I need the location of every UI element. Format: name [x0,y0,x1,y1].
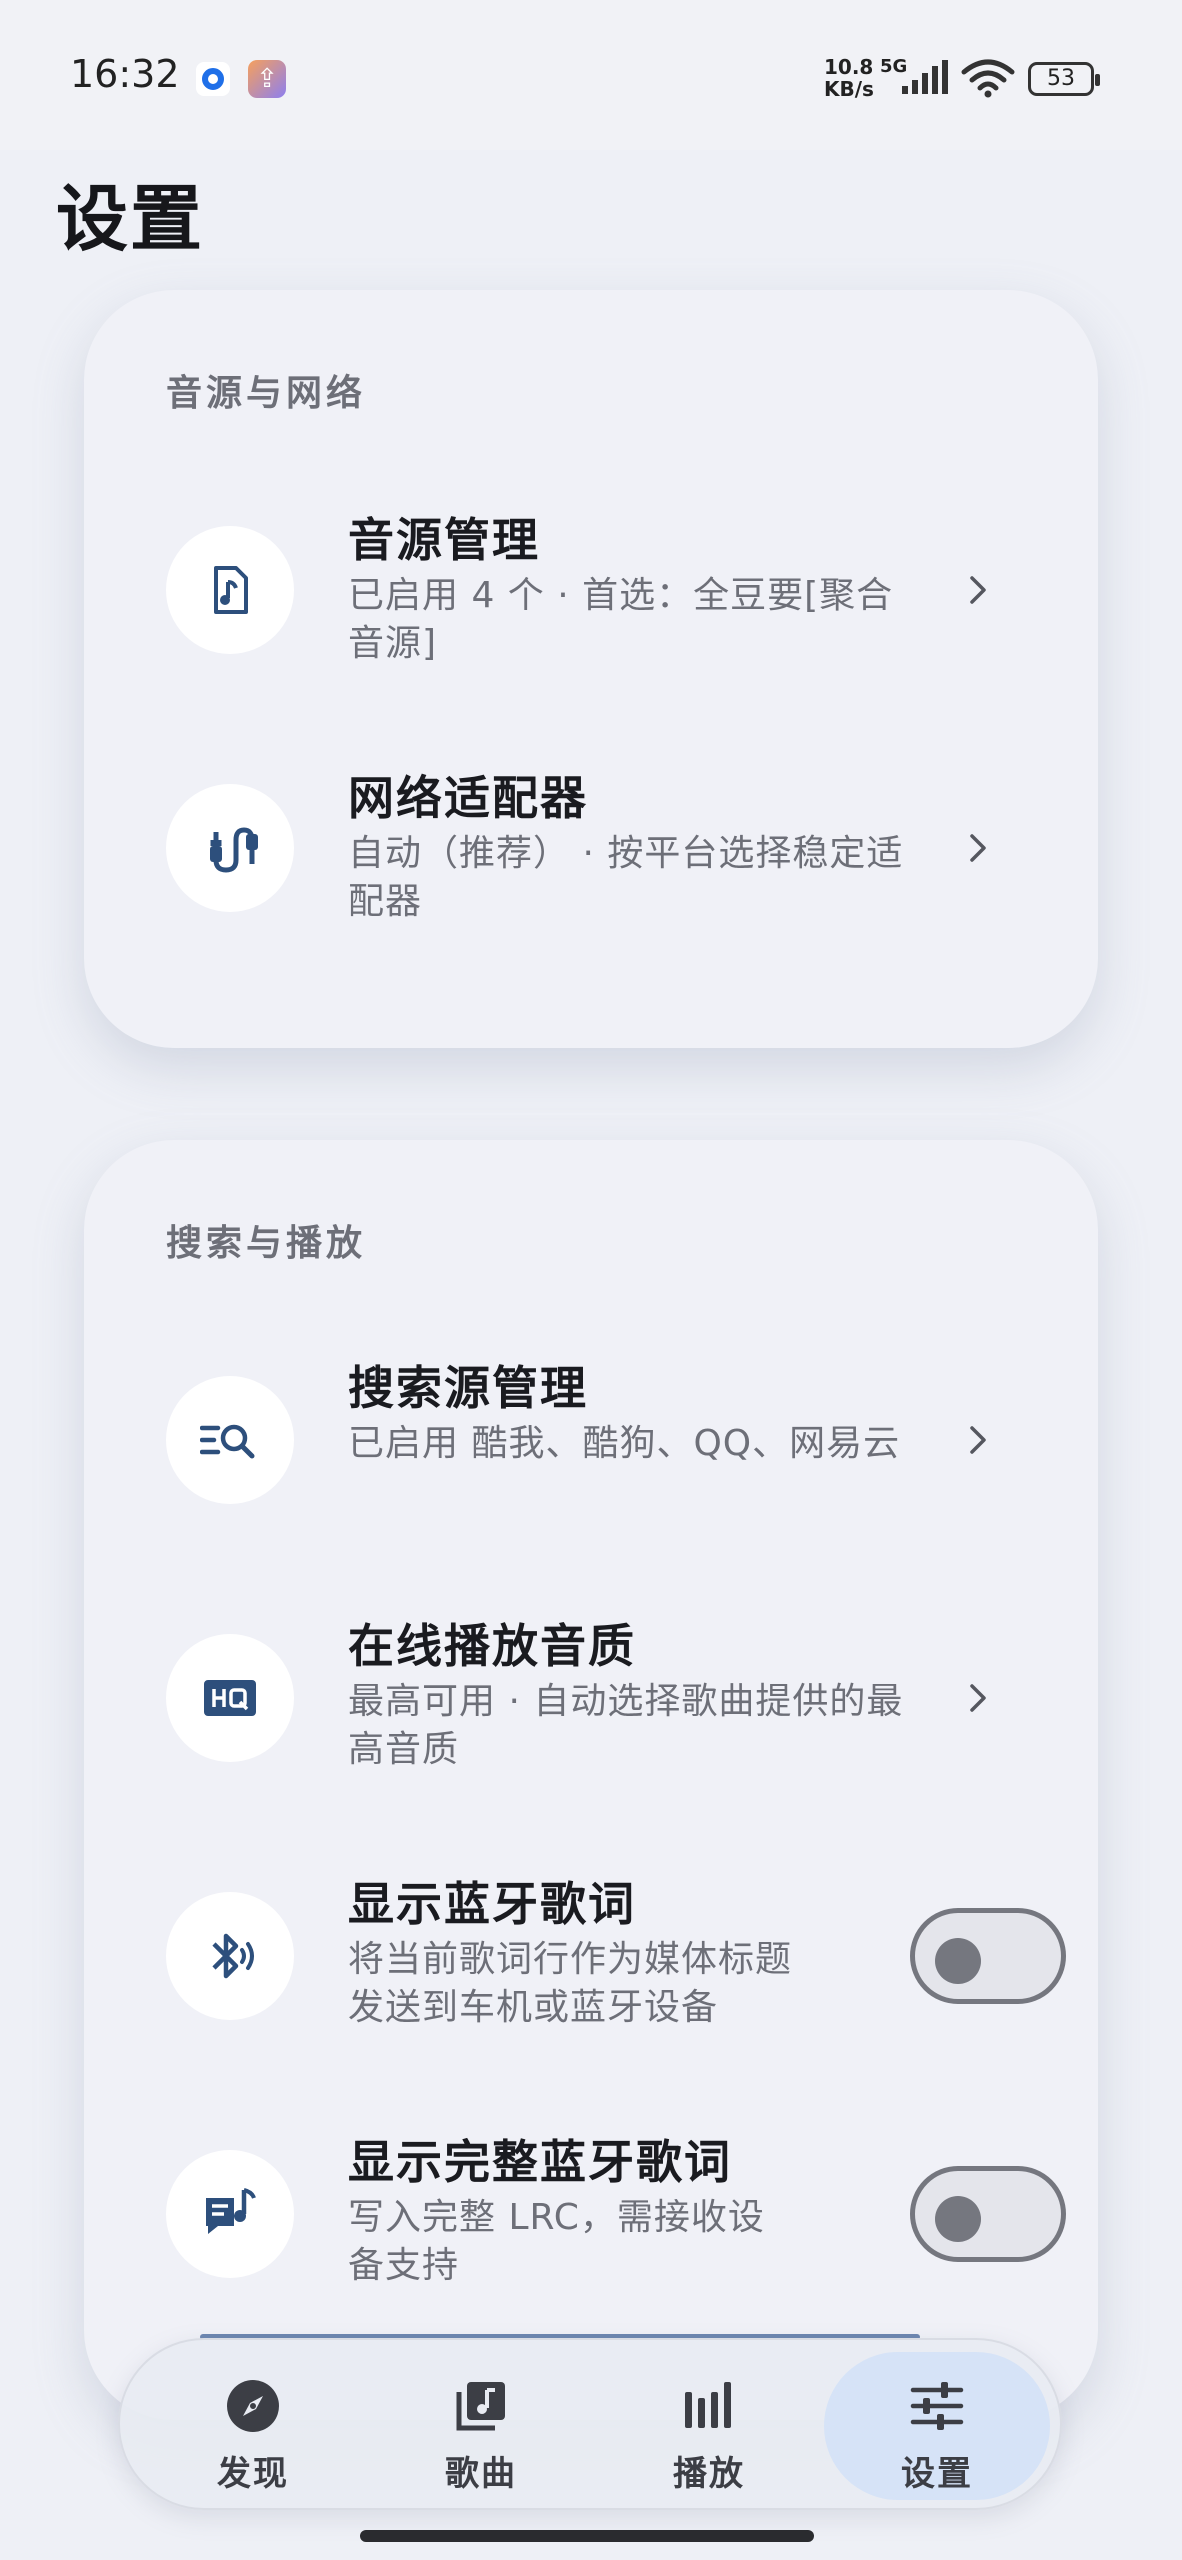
search-list-icon [166,1376,294,1504]
network-speed-unit: KB/s [824,77,874,101]
nav-item-discover[interactable]: 发现 [140,2352,366,2500]
item-description: 将当前歌词行作为媒体标题发送到车机或蓝牙设备 [348,1939,793,2028]
wifi-icon [961,59,1015,98]
nav-item-songs[interactable]: 歌曲 [368,2352,594,2500]
signal-icon [902,60,948,94]
settings-item-playback-quality[interactable]: 在线播放音质 最高可用 · 自动选择歌曲提供的最高音质 [166,1600,1066,1800]
page-title: 设置 [56,177,205,261]
bluetooth-lyrics-toggle[interactable] [910,1908,1066,2004]
chevron-right-icon [970,576,986,604]
chevron-right-icon [970,1426,986,1454]
chevron-right-icon [970,834,986,862]
item-title: 在线播放音质 [348,1619,636,1673]
music-file-icon [166,526,294,654]
music-library-icon [456,2382,505,2431]
notification-app-icon [196,62,230,96]
section-title: 搜索与播放 [166,1223,367,1264]
item-title: 显示蓝牙歌词 [348,1877,636,1931]
settings-item-audio-source[interactable]: 音源管理 已启用 4 个 · 首选：全豆要[聚合音源] [166,490,1066,690]
chevron-right-icon [970,1684,986,1712]
lyrics-icon [166,2150,294,2278]
section-title: 音源与网络 [166,373,367,414]
section-card-search-playback: 搜索与播放 搜索源管理 已启用 酷我、酷狗、QQ、网易云 在线播放音质 最高可用… [84,1140,1098,2420]
nav-label: 发现 [217,2454,289,2494]
item-title: 音源管理 [348,513,540,567]
item-description: 写入完整 LRC，需接收设备支持 [348,2197,765,2286]
bluetooth-audio-icon [166,1892,294,2020]
section-card-audio-network: 音源与网络 音源管理 已启用 4 个 · 首选：全豆要[聚合音源] 网络适配器 [84,290,1098,1048]
nav-label: 播放 [673,2454,745,2494]
upload-app-icon: ⇪ [248,60,286,98]
settings-item-network-adapter[interactable]: 网络适配器 自动（推荐） · 按平台选择稳定适配器 [166,748,1066,948]
toggle-knob [935,1938,981,1984]
item-description: 自动（推荐） · 按平台选择稳定适配器 [348,833,904,922]
network-speed-value: 10.8 [824,55,874,79]
item-description: 已启用 酷我、酷狗、QQ、网易云 [348,1423,901,1464]
hq-icon [166,1634,294,1762]
cable-icon [166,784,294,912]
bottom-navigation: 发现 歌曲 播放 设置 [118,2338,1062,2510]
item-title: 显示完整蓝牙歌词 [348,2135,732,2189]
nav-label: 歌曲 [445,2454,517,2494]
toggle-knob [935,2196,981,2242]
status-time: 16:32 [70,52,180,96]
item-title: 搜索源管理 [348,1361,588,1415]
settings-item-search-source[interactable]: 搜索源管理 已启用 酷我、酷狗、QQ、网易云 [166,1342,1066,1542]
nav-label: 设置 [901,2454,973,2494]
compass-icon [227,2380,279,2432]
sliders-icon [910,2382,964,2430]
status-bar: 16:32 ⇪ 10.8 KB/s 5G 53 [0,0,1182,150]
item-description: 已启用 4 个 · 首选：全豆要[聚合音源] [348,575,894,664]
settings-item-full-bluetooth-lyrics: 显示完整蓝牙歌词 写入完整 LRC，需接收设备支持 [166,2116,1066,2316]
battery-indicator: 53 [1028,62,1100,96]
equalizer-bars-icon [685,2382,731,2428]
item-description: 最高可用 · 自动选择歌曲提供的最高音质 [348,1681,904,1770]
nav-item-playback[interactable]: 播放 [596,2352,822,2500]
home-indicator[interactable] [360,2530,814,2542]
settings-item-bluetooth-lyrics: 显示蓝牙歌词 将当前歌词行作为媒体标题发送到车机或蓝牙设备 [166,1858,1066,2058]
nav-item-settings[interactable]: 设置 [824,2352,1050,2500]
item-title: 网络适配器 [348,771,588,825]
network-speed: 10.8 KB/s [824,56,874,100]
full-bluetooth-lyrics-toggle[interactable] [910,2166,1066,2262]
